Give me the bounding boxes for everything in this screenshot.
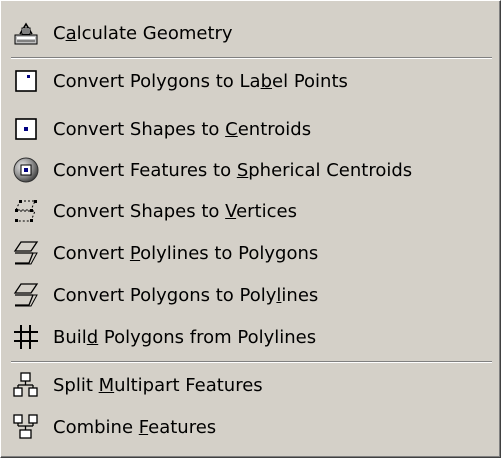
- menu-separator: [11, 57, 492, 59]
- menu-item-build-polygons-from-polylines[interactable]: Build Polygons from Polylines: [13, 319, 494, 355]
- calculator-icon: [13, 20, 39, 46]
- menu-item-label: Convert Shapes to Centroids: [53, 118, 312, 140]
- menu-item-convert-polygons-to-label-points[interactable]: Convert Polygons to Label Points: [13, 63, 494, 99]
- menu-item-convert-polylines-to-polygons[interactable]: Convert Polylines to Polygons: [13, 235, 494, 271]
- polyline-to-polygon-icon: [13, 240, 39, 266]
- menu-item-label: Convert Polygons to Polylines: [53, 284, 319, 306]
- split-features-icon: [13, 372, 39, 398]
- vertices-icon: [13, 198, 39, 224]
- polygon-to-polyline-icon: [13, 282, 39, 308]
- menu-item-label: Split Multipart Features: [53, 374, 263, 396]
- combine-features-icon: [13, 414, 39, 440]
- menu-item-convert-shapes-to-centroids[interactable]: Convert Shapes to Centroids: [13, 111, 494, 147]
- menu-item-split-multipart-features[interactable]: Split Multipart Features: [13, 367, 494, 403]
- menu-item-label: Calculate Geometry: [53, 22, 233, 44]
- menu-item-combine-features[interactable]: Combine Features: [13, 409, 494, 445]
- sphere-centroid-icon: [13, 157, 39, 183]
- menu-item-convert-shapes-to-vertices[interactable]: Convert Shapes to Vertices: [13, 193, 494, 229]
- menu-separator: [11, 361, 492, 363]
- menu-item-label: Convert Polygons to Label Points: [53, 70, 348, 92]
- menu-item-label: Convert Features to Spherical Centroids: [53, 159, 413, 181]
- hash-grid-icon: [13, 324, 39, 350]
- context-menu: Calculate Geometry Convert Polygons to L…: [0, 0, 501, 458]
- menu-item-convert-polygons-to-polylines[interactable]: Convert Polygons to Polylines: [13, 277, 494, 313]
- menu-item-label: Convert Polylines to Polygons: [53, 242, 319, 264]
- menu-item-label: Convert Shapes to Vertices: [53, 200, 297, 222]
- menu-item-convert-features-to-spherical-centroids[interactable]: Convert Features to Spherical Centroids: [13, 152, 494, 188]
- menu-item-calculate-geometry[interactable]: Calculate Geometry: [13, 15, 494, 51]
- label-point-icon: [13, 68, 39, 94]
- menu-item-label: Build Polygons from Polylines: [53, 326, 317, 348]
- menu-item-label: Combine Features: [53, 416, 217, 438]
- centroid-icon: [13, 116, 39, 142]
